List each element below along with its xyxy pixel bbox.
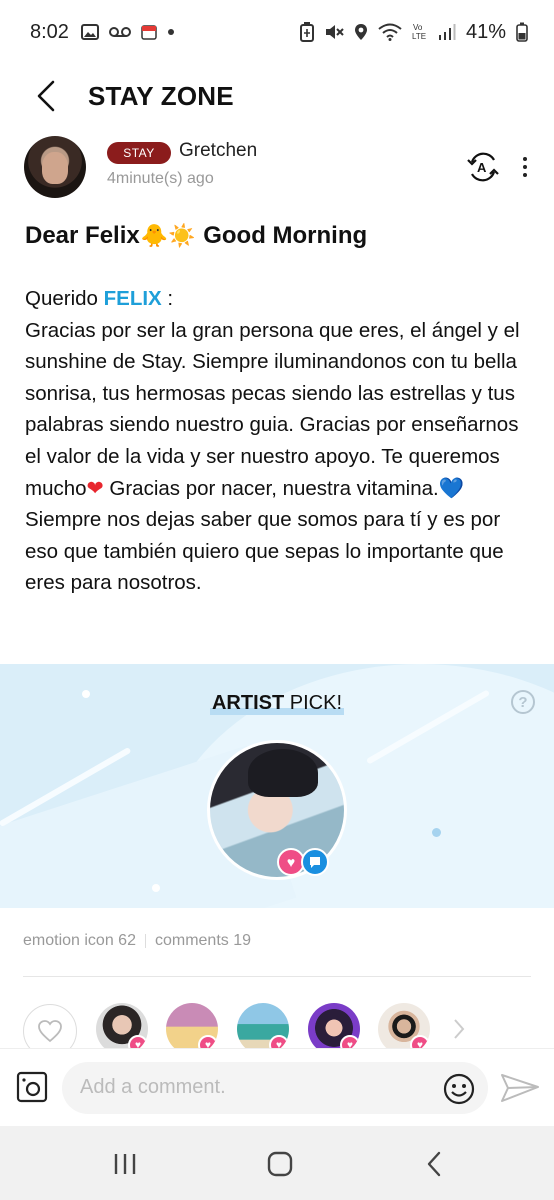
recent-apps-icon xyxy=(114,1154,136,1174)
smiley-icon xyxy=(443,1073,475,1105)
status-right: Vo LTE 41% xyxy=(299,20,528,44)
camera-button[interactable] xyxy=(16,1071,48,1103)
greeting-colon: : xyxy=(161,287,174,310)
dot-icon xyxy=(167,28,175,36)
translate-button[interactable]: A xyxy=(464,148,502,186)
artist-pick-title-bold: ARTIST xyxy=(211,692,285,714)
location-icon xyxy=(354,23,368,41)
more-dot-icon xyxy=(523,173,527,177)
voicemail-icon xyxy=(108,26,131,38)
artist-pick-banner[interactable]: ARTIST PICK! ? ♥ xyxy=(0,664,554,908)
back-button[interactable] xyxy=(22,72,70,120)
emoji-button[interactable] xyxy=(442,1072,476,1106)
comment-bar: Add a comment. xyxy=(0,1048,554,1126)
back-nav-icon xyxy=(427,1151,441,1177)
status-left-icons xyxy=(80,24,175,40)
translate-icon: A xyxy=(467,152,499,182)
chat-bubble-icon xyxy=(301,848,329,876)
post-stats: emotion icon 62 comments 19 xyxy=(23,932,251,950)
app-header: STAY ZONE xyxy=(0,64,554,128)
post-title: Dear Felix 🐥☀️ Good Morning xyxy=(25,222,367,250)
wifi-icon xyxy=(378,23,402,41)
page-title: STAY ZONE xyxy=(88,80,234,111)
heart-outline-icon xyxy=(38,1020,62,1043)
status-bar: 8:02 Vo LTE 41% xyxy=(0,0,554,64)
comment-count[interactable]: comments 19 xyxy=(155,932,251,950)
post-title-emojis: 🐥☀️ xyxy=(140,223,196,248)
battery-percent: 41% xyxy=(465,20,506,43)
comment-placeholder: Add a comment. xyxy=(80,1076,226,1098)
red-heart-emoji: ❤ xyxy=(86,476,104,500)
recent-apps-button[interactable] xyxy=(105,1146,145,1182)
chevron-right-icon xyxy=(454,1019,465,1039)
comment-input[interactable]: Add a comment. xyxy=(62,1062,488,1114)
author-avatar[interactable] xyxy=(24,136,86,198)
membership-badge: STAY xyxy=(107,142,171,164)
send-icon xyxy=(501,1074,539,1102)
send-button[interactable] xyxy=(500,1071,540,1107)
more-options-button[interactable] xyxy=(514,150,536,184)
post-greeting: Querido FELIX : xyxy=(25,283,535,315)
camera-icon xyxy=(16,1071,48,1103)
author-name[interactable]: Gretchen xyxy=(179,140,257,162)
post-header: STAY Gretchen 4minute(s) ago A xyxy=(0,134,554,198)
volte-icon: Vo LTE xyxy=(412,22,428,42)
help-button[interactable]: ? xyxy=(511,690,535,714)
system-nav-bar xyxy=(0,1126,554,1200)
calendar-icon xyxy=(141,24,157,40)
post-timestamp: 4minute(s) ago xyxy=(107,170,214,187)
section-divider xyxy=(23,976,531,977)
image-icon xyxy=(80,24,99,40)
post-paragraph: Gracias por ser la gran persona que eres… xyxy=(25,315,535,599)
svg-text:A: A xyxy=(477,160,487,175)
status-time: 8:02 xyxy=(30,20,69,43)
more-dot-icon xyxy=(523,165,527,169)
banner-decoration xyxy=(152,884,160,892)
reactors-more-button[interactable] xyxy=(452,1018,466,1045)
more-dot-icon xyxy=(523,157,527,161)
blue-heart-emoji: 💙 xyxy=(438,476,465,500)
battery-icon xyxy=(516,22,528,42)
greeting-name: FELIX xyxy=(103,287,162,310)
mute-icon xyxy=(324,23,344,41)
post-body: Querido FELIX : Gracias por ser la gran … xyxy=(25,283,535,599)
emotion-count[interactable]: emotion icon 62 xyxy=(23,932,136,950)
home-icon xyxy=(267,1151,293,1177)
svg-text:LTE: LTE xyxy=(412,32,426,41)
home-button[interactable] xyxy=(260,1146,300,1182)
artist-pick-title: ARTIST PICK! xyxy=(0,692,554,715)
signal-icon xyxy=(438,23,456,41)
post-title-text-end: Good Morning xyxy=(196,222,368,249)
post-text-3: Siempre nos dejas saber que somos para t… xyxy=(25,508,504,595)
chevron-left-icon xyxy=(37,80,55,112)
battery-saver-icon xyxy=(299,22,314,42)
greeting-text: Querido xyxy=(25,287,104,310)
post-text-1: Gracias por ser la gran persona que eres… xyxy=(25,318,520,500)
svg-text:Vo: Vo xyxy=(413,23,423,32)
artist-pick-title-rest: PICK! xyxy=(284,692,342,714)
stats-divider xyxy=(144,934,146,948)
banner-decoration xyxy=(432,828,441,837)
back-nav-button[interactable] xyxy=(414,1146,454,1182)
post-text-2: Gracias por nacer, nuestra vitamina. xyxy=(103,476,439,500)
post-title-text: Dear Felix xyxy=(25,222,140,249)
